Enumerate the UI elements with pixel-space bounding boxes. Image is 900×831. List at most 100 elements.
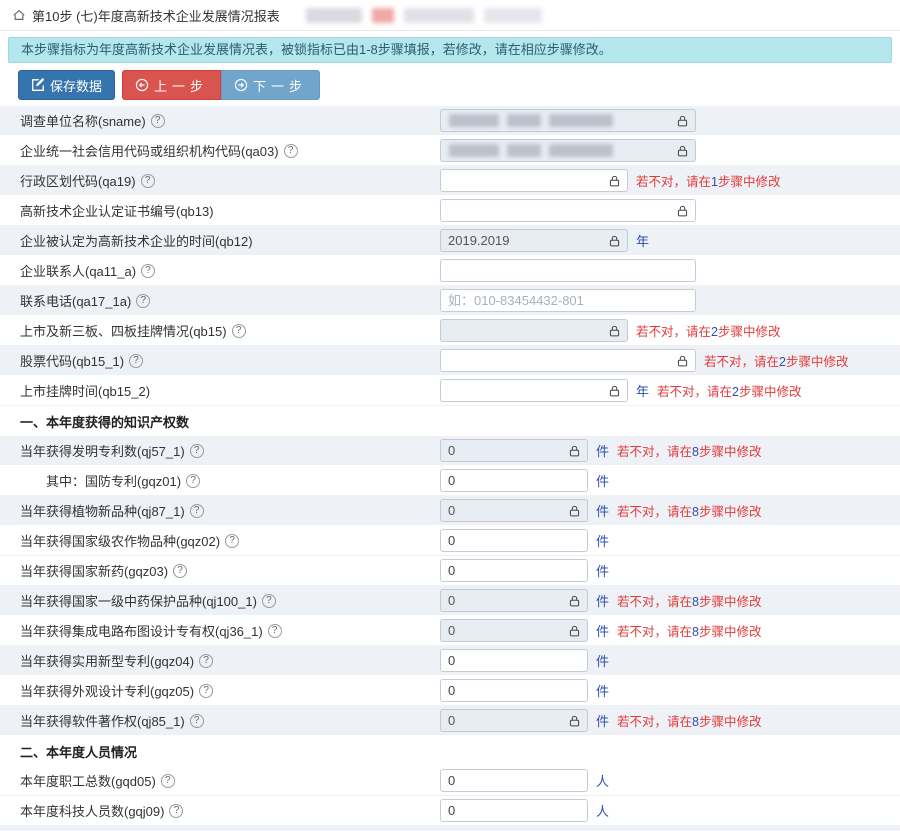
field-label: 调查单位名称(sname) ?: [20, 111, 440, 130]
field-label-text: 企业统一社会信用代码或组织机构代码(qa03): [20, 141, 279, 160]
help-icon[interactable]: ?: [173, 564, 187, 578]
field-label: 企业统一社会信用代码或组织机构代码(qa03) ?: [20, 141, 440, 160]
field-label-text: 上市及新三板、四板挂牌情况(qb15): [20, 321, 227, 340]
field-label-text: 当年获得发明专利数(qj57_1): [20, 441, 185, 460]
field-input: [440, 589, 588, 612]
form-row: 行政区划代码(qa19) ? 若不对，请在1步骤中修改: [0, 166, 900, 196]
field-input[interactable]: [440, 559, 588, 582]
field-label-text: 联系电话(qa17_1a): [20, 291, 131, 310]
form-row: 当年获得国家新药(gqz03) ? 件: [0, 556, 900, 586]
field-input[interactable]: [440, 799, 588, 822]
field-input[interactable]: [440, 649, 588, 672]
field-label-text: 企业被认定为高新技术企业的时间(qb12): [20, 231, 253, 250]
form-row: 当年获得国家级农作物品种(gqz02) ? 件: [0, 526, 900, 556]
help-icon[interactable]: ?: [199, 654, 213, 668]
help-icon[interactable]: ?: [151, 114, 165, 128]
lock-icon: [676, 204, 689, 217]
hint-text: 若不对，请在2步骤中修改: [636, 321, 780, 340]
hint-text: 若不对，请在2步骤中修改: [704, 351, 848, 370]
hint-step-number: 8: [692, 595, 699, 609]
field-label: 本年度职工总数(gqd05) ?: [20, 771, 440, 790]
field-value-area: [440, 109, 696, 132]
help-icon[interactable]: ?: [232, 324, 246, 338]
field-label: 上市及新三板、四板挂牌情况(qb15) ?: [20, 321, 440, 340]
help-icon[interactable]: ?: [129, 354, 143, 368]
field-input[interactable]: [440, 259, 696, 282]
lock-icon: [676, 114, 689, 127]
field-value-area: [440, 259, 696, 282]
next-step-button[interactable]: 下一步: [221, 70, 320, 100]
field-input[interactable]: [440, 289, 696, 312]
field-input: [440, 619, 588, 642]
field-input[interactable]: [440, 379, 628, 402]
help-icon[interactable]: ?: [199, 684, 213, 698]
field-input[interactable]: [440, 199, 696, 222]
next-row-peek: [0, 826, 900, 831]
field-value-area: 人: [440, 769, 609, 792]
field-value-area: 若不对，请在2步骤中修改: [440, 349, 848, 372]
save-data-button[interactable]: 保存数据: [18, 70, 115, 100]
field-input: [440, 109, 696, 132]
input-wrapper: [440, 109, 696, 132]
unit-label: 件: [596, 591, 609, 610]
field-input[interactable]: [440, 769, 588, 792]
field-label-text: 行政区划代码(qa19): [20, 171, 136, 190]
field-label-text: 高新技术企业认定证书编号(qb13): [20, 201, 214, 220]
field-value-area: 件: [440, 469, 609, 492]
field-label: 当年获得国家新药(gqz03) ?: [20, 561, 440, 580]
field-value-area: 件: [440, 559, 609, 582]
help-icon[interactable]: ?: [141, 174, 155, 188]
form-row: 当年获得集成电路布图设计专有权(qj36_1) ? 件 若不对，请在8步骤中修改: [0, 616, 900, 646]
field-label: 当年获得发明专利数(qj57_1) ?: [20, 441, 440, 460]
input-wrapper: [440, 199, 696, 222]
field-label: 本年度科技人员数(gqj09) ?: [20, 801, 440, 820]
unit-label: 件: [596, 501, 609, 520]
field-input[interactable]: [440, 169, 628, 192]
field-label: 高新技术企业认定证书编号(qb13): [20, 201, 440, 220]
form-row: 高新技术企业认定证书编号(qb13): [0, 196, 900, 226]
help-icon[interactable]: ?: [136, 294, 150, 308]
form-row: 其中：国防专利(gqz01) ? 件: [0, 466, 900, 496]
field-value-area: 年 若不对，请在2步骤中修改: [440, 379, 802, 402]
field-input[interactable]: [440, 469, 588, 492]
field-input[interactable]: [440, 679, 588, 702]
unit-label: 件: [596, 441, 609, 460]
help-icon[interactable]: ?: [225, 534, 239, 548]
unit-label: 人: [596, 771, 609, 790]
help-icon[interactable]: ?: [141, 264, 155, 278]
field-label: 其中：国防专利(gqz01) ?: [20, 471, 440, 490]
input-wrapper: [440, 499, 588, 522]
lock-icon: [676, 144, 689, 157]
hint-step-number: 8: [692, 625, 699, 639]
input-wrapper: [440, 319, 628, 342]
help-icon[interactable]: ?: [262, 594, 276, 608]
field-label-text: 当年获得植物新品种(qj87_1): [20, 501, 185, 520]
input-wrapper: [440, 709, 588, 732]
lock-icon: [608, 324, 621, 337]
help-icon[interactable]: ?: [268, 624, 282, 638]
field-value-area: [440, 289, 696, 312]
field-label-text: 本年度职工总数(gqd05): [20, 771, 156, 790]
input-wrapper: [440, 439, 588, 462]
lock-icon: [568, 624, 581, 637]
field-input[interactable]: [440, 349, 696, 372]
input-wrapper: [440, 619, 588, 642]
input-wrapper: [440, 229, 628, 252]
field-input[interactable]: [440, 529, 588, 552]
prev-step-button[interactable]: 上一步: [122, 70, 221, 100]
help-icon[interactable]: ?: [190, 714, 204, 728]
help-icon[interactable]: ?: [190, 444, 204, 458]
form-row: 本年度科技人员数(gqj09) ? 人: [0, 796, 900, 826]
help-icon[interactable]: ?: [169, 804, 183, 818]
help-icon[interactable]: ?: [190, 504, 204, 518]
help-icon[interactable]: ?: [161, 774, 175, 788]
form-row: 当年获得实用新型专利(gqz04) ? 件: [0, 646, 900, 676]
help-icon[interactable]: ?: [186, 474, 200, 488]
form-row: 企业联系人(qa11_a) ?: [0, 256, 900, 286]
help-icon[interactable]: ?: [284, 144, 298, 158]
field-label-text: 当年获得国家一级中药保护品种(qj100_1): [20, 591, 257, 610]
hint-step-number: 2: [732, 385, 739, 399]
unit-label: 件: [596, 651, 609, 670]
lock-icon: [676, 354, 689, 367]
field-value-area: [440, 199, 696, 222]
